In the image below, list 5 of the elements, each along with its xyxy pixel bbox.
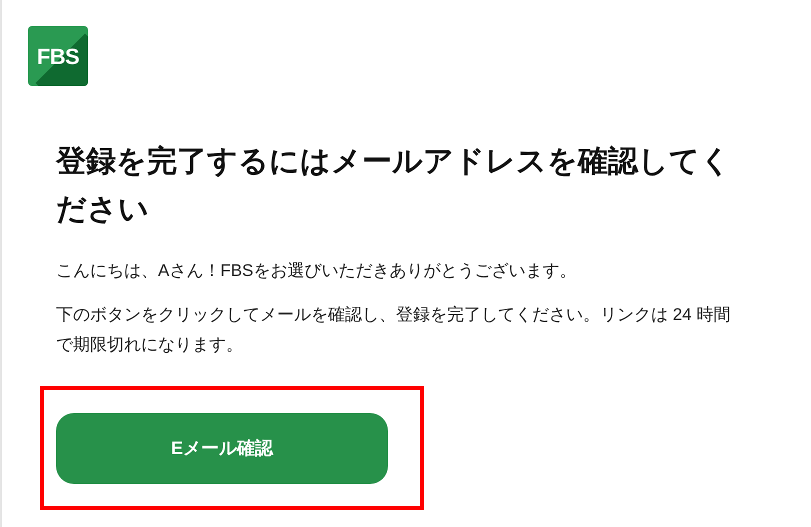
body-text: 下のボタンをクリックしてメールを確認し、登録を完了してください。リンクは 24 時間で期限切れになります。 [56, 304, 732, 356]
body-text: こんにちは、Aさん！FBSをお選びいただきありがとうございます。 [56, 260, 578, 282]
heading: 登録を完了するにはメールアドレスを確認してください [56, 144, 732, 228]
confirm-email-button[interactable]: Eメール確認 [56, 413, 388, 484]
fbs-logo: FBS [28, 26, 88, 86]
